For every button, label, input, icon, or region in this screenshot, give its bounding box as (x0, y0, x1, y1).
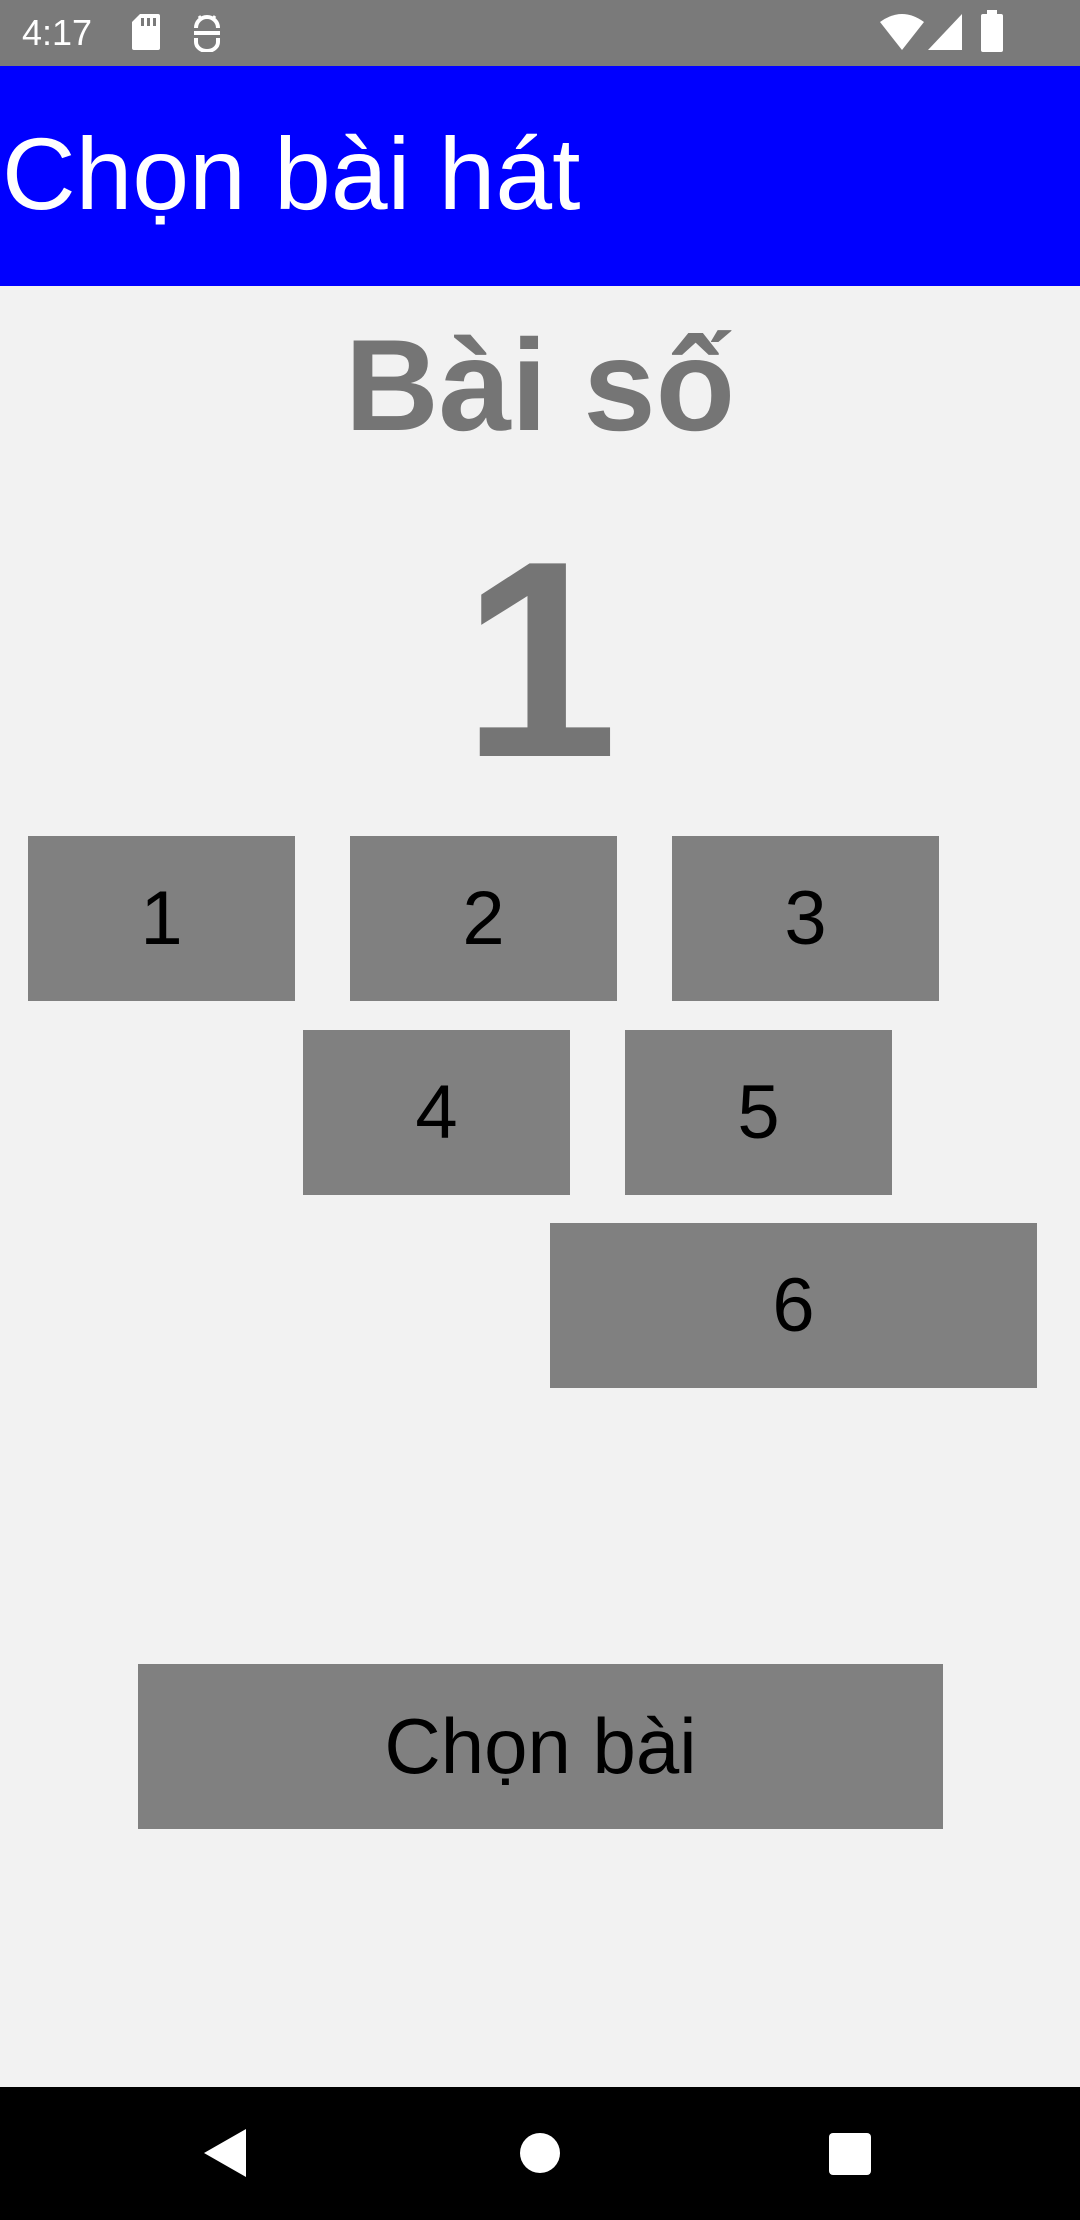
wifi-icon (880, 14, 924, 50)
song-button-3[interactable]: 3 (672, 836, 939, 1001)
app-bar: Chọn bài hát (0, 66, 1080, 286)
battery-icon (981, 10, 1003, 52)
navigation-bar (0, 2087, 1080, 2220)
back-icon[interactable] (204, 2129, 246, 2177)
song-button-1[interactable]: 1 (28, 836, 295, 1001)
status-time: 4:17 (22, 12, 93, 53)
sd-card-icon (132, 14, 160, 50)
song-number-label: Bài số (344, 312, 736, 458)
song-button-6[interactable]: 6 (550, 1223, 1037, 1388)
choose-song-button[interactable]: Chọn bài (138, 1664, 943, 1829)
android-debug-icon (194, 15, 220, 52)
recents-icon[interactable] (829, 2133, 871, 2175)
song-button-5[interactable]: 5 (625, 1030, 892, 1195)
song-button-4[interactable]: 4 (303, 1030, 570, 1195)
selected-song-number: 1 (462, 504, 618, 816)
app-title: Chọn bài hát (2, 117, 581, 231)
home-icon[interactable] (519, 2132, 561, 2174)
song-button-2[interactable]: 2 (350, 836, 617, 1001)
signal-icon (928, 14, 962, 50)
status-bar: 4:17 (0, 0, 1080, 66)
